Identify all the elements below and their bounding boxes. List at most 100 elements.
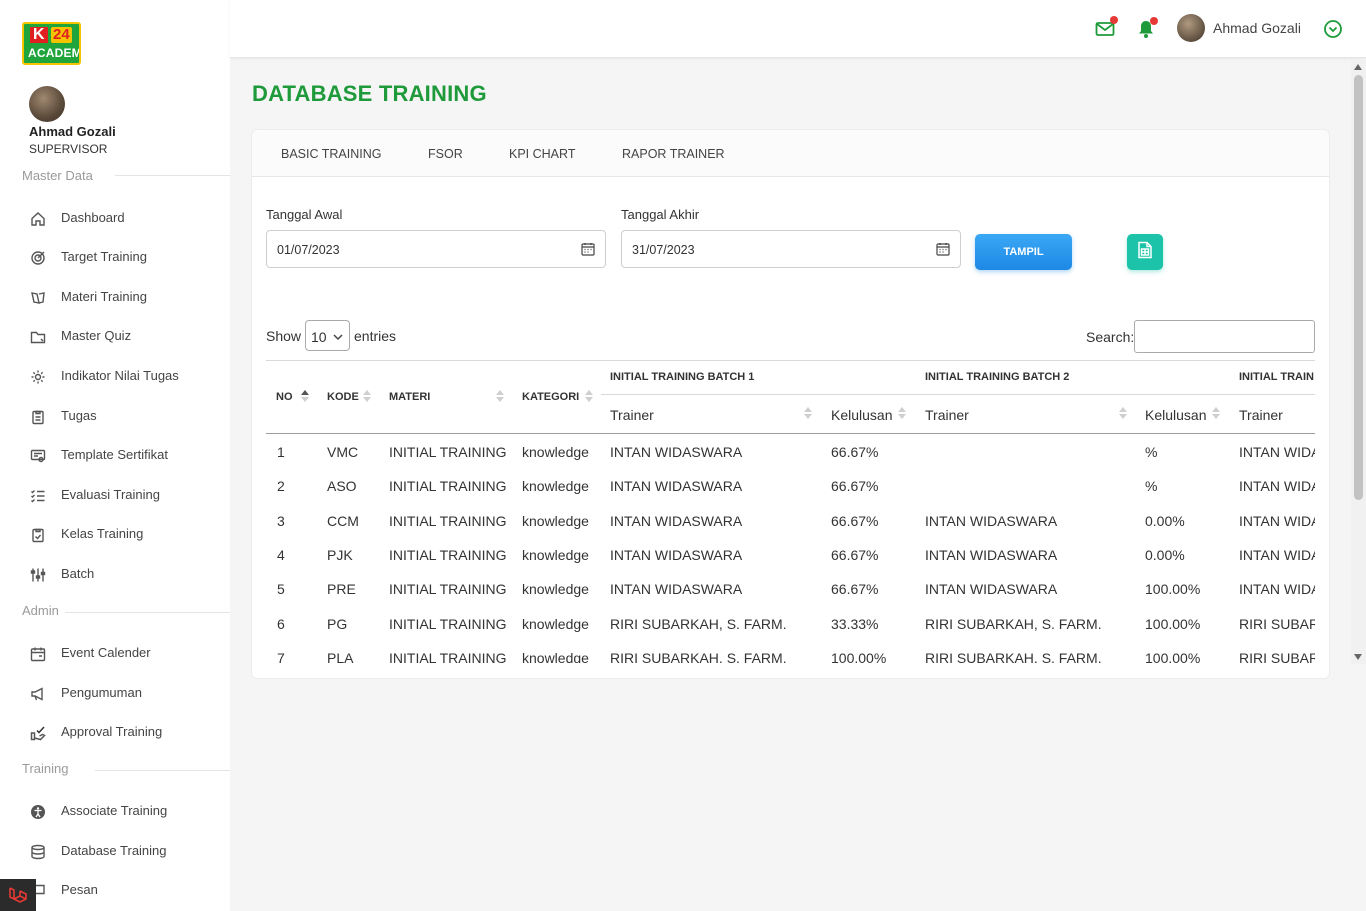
table-cell-t1: INTAN WIDASWARA [610,581,743,597]
header-avatar[interactable] [1177,14,1205,42]
column-header-trainer-2[interactable]: Trainer [925,407,969,423]
sidebar-item-tugas[interactable]: Tugas [0,399,230,433]
vertical-scrollbar[interactable] [1351,60,1366,664]
table-cell-materi: INITIAL TRAINING [389,581,507,597]
sort-asc-icon[interactable] [301,390,309,402]
column-header-materi[interactable]: MATERI [389,391,430,403]
sidebar-item-evaluasi-training[interactable]: Evaluasi Training [0,478,230,512]
table-cell-k2: 100.00% [1145,616,1201,632]
sidebar-item-label: Target Training [61,249,147,264]
page-size-select[interactable]: 10 [305,320,350,351]
tampil-button[interactable]: TAMPIL [975,234,1072,270]
table-cell-materi: INITIAL TRAINING [389,547,507,563]
sidebar-item-label: Associate Training [61,803,168,818]
home-icon [29,210,47,228]
calendar-icon[interactable] [581,242,595,256]
table-cell-kode: PLA [327,650,354,663]
sort-icon[interactable] [1119,407,1127,419]
group-header-divider [601,394,1315,395]
sidebar-item-kelas-training[interactable]: Kelas Training [0,517,230,551]
start-date-value: 01/07/2023 [277,243,340,257]
tab-fsor[interactable]: FSOR [428,147,463,161]
calendar-icon[interactable] [936,242,950,256]
sidebar-item-label: Pengumuman [61,685,142,700]
end-date-input[interactable]: 31/07/2023 [621,230,961,268]
table-cell-k2: 0.00% [1145,547,1185,563]
sidebar-item-label: Batch [61,566,95,581]
sidebar-item-database-training[interactable]: Database Training [0,834,230,868]
sidebar-item-associate-training[interactable]: Associate Training [0,794,230,828]
tab-rapor-trainer[interactable]: RAPOR TRAINER [622,147,725,161]
group-header-batch-3: INITIAL TRAIN [1239,371,1314,383]
approval-icon [29,724,47,742]
sort-icon[interactable] [496,390,504,402]
column-header-trainer-3[interactable]: Trainer [1239,407,1283,423]
sidebar-item-batch[interactable]: Batch [0,557,230,591]
mail-icon[interactable] [1094,16,1118,40]
sidebar-item-event-calender[interactable]: Event Calender [0,636,230,670]
sidebar-item-pengumuman[interactable]: Pengumuman [0,676,230,710]
scrollbar-thumb[interactable] [1354,75,1363,500]
sidebar-item-label: Indikator Nilai Tugas [61,368,179,383]
table-cell-t2: RIRI SUBARKAH, S. FARM. [925,650,1102,663]
sidebar-user-role: SUPERVISOR [29,142,108,156]
sidebar-item-label: Event Calender [61,645,151,660]
group-header-batch-2: INITIAL TRAINING BATCH 2 [925,371,1070,383]
section-divider [65,612,230,613]
table-cell-t3: RIRI SUBARI [1239,616,1315,632]
table-top-border [266,360,1315,361]
scroll-down-arrow-icon[interactable] [1354,654,1362,660]
tab-kpi-chart[interactable]: KPI CHART [509,147,575,161]
column-header-trainer-1[interactable]: Trainer [610,407,654,423]
search-input[interactable] [1134,320,1315,353]
book-icon [29,289,47,307]
column-header-kelulusan-2[interactable]: Kelulusan [1145,407,1207,423]
calendar-icon [29,645,47,663]
sidebar-item-indikator-nilai-tugas[interactable]: Indikator Nilai Tugas [0,359,230,393]
section-label-admin: Admin [22,603,59,618]
sidebar-item-materi-training[interactable]: Materi Training [0,280,230,314]
search-label: Search: [1086,329,1135,345]
chevron-down-circle-icon[interactable] [1323,19,1345,41]
sort-icon[interactable] [898,407,906,419]
certificate-icon [29,447,47,465]
accessibility-icon [29,803,47,821]
column-header-kelulusan-1[interactable]: Kelulusan [831,407,893,423]
table-cell-k1: 66.67% [831,478,879,494]
table-cell-kode: PJK [327,547,353,563]
bell-notification-badge [1150,17,1158,25]
table-cell-t1: RIRI SUBARKAH, S. FARM. [610,650,787,663]
table-cell-no: 1 [277,444,285,460]
sidebar-item-target-training[interactable]: Target Training [0,240,230,274]
database-training-table: NO KODE MATERI KATEGORI INITIAL TRAINING… [266,360,1315,663]
sort-icon[interactable] [1212,407,1220,419]
laravel-debugbar-icon[interactable] [0,879,36,911]
sidebar-item-approval-training[interactable]: Approval Training [0,715,230,749]
start-date-input[interactable]: 01/07/2023 [266,230,606,268]
sort-icon[interactable] [585,390,593,402]
table-cell-kategori: knowledge [522,513,589,529]
sidebar-item-dashboard[interactable]: Dashboard [0,201,230,235]
logo-academy-text: ACADEMY [28,46,81,60]
export-excel-button[interactable] [1127,234,1163,270]
sort-icon[interactable] [363,390,371,402]
megaphone-icon [29,685,47,703]
brand-logo[interactable]: K 24 ACADEMY [22,22,81,65]
header-user-name[interactable]: Ahmad Gozali [1213,20,1301,36]
sidebar-item-master-quiz[interactable]: Master Quiz [0,319,230,353]
table-cell-t3: INTAN WIDA [1239,513,1315,529]
tab-bar: BASIC TRAINING FSOR KPI CHART RAPOR TRAI… [252,130,1329,177]
scroll-up-arrow-icon[interactable] [1354,64,1362,70]
table-cell-materi: INITIAL TRAINING [389,513,507,529]
logo-number-mark: 24 [51,26,72,43]
checklist-icon [29,487,47,505]
sidebar-item-template-sertifikat[interactable]: Template Sertifikat [0,438,230,472]
column-header-no[interactable]: NO [276,391,293,403]
column-header-kode[interactable]: KODE [327,391,359,403]
bell-icon[interactable] [1135,17,1158,40]
table-cell-t3: INTAN WIDA [1239,478,1315,494]
column-header-kategori[interactable]: KATEGORI [522,391,579,403]
sidebar-item-label: Tugas [61,408,97,423]
tab-basic-training[interactable]: BASIC TRAINING [281,147,381,161]
sort-icon[interactable] [804,407,812,419]
